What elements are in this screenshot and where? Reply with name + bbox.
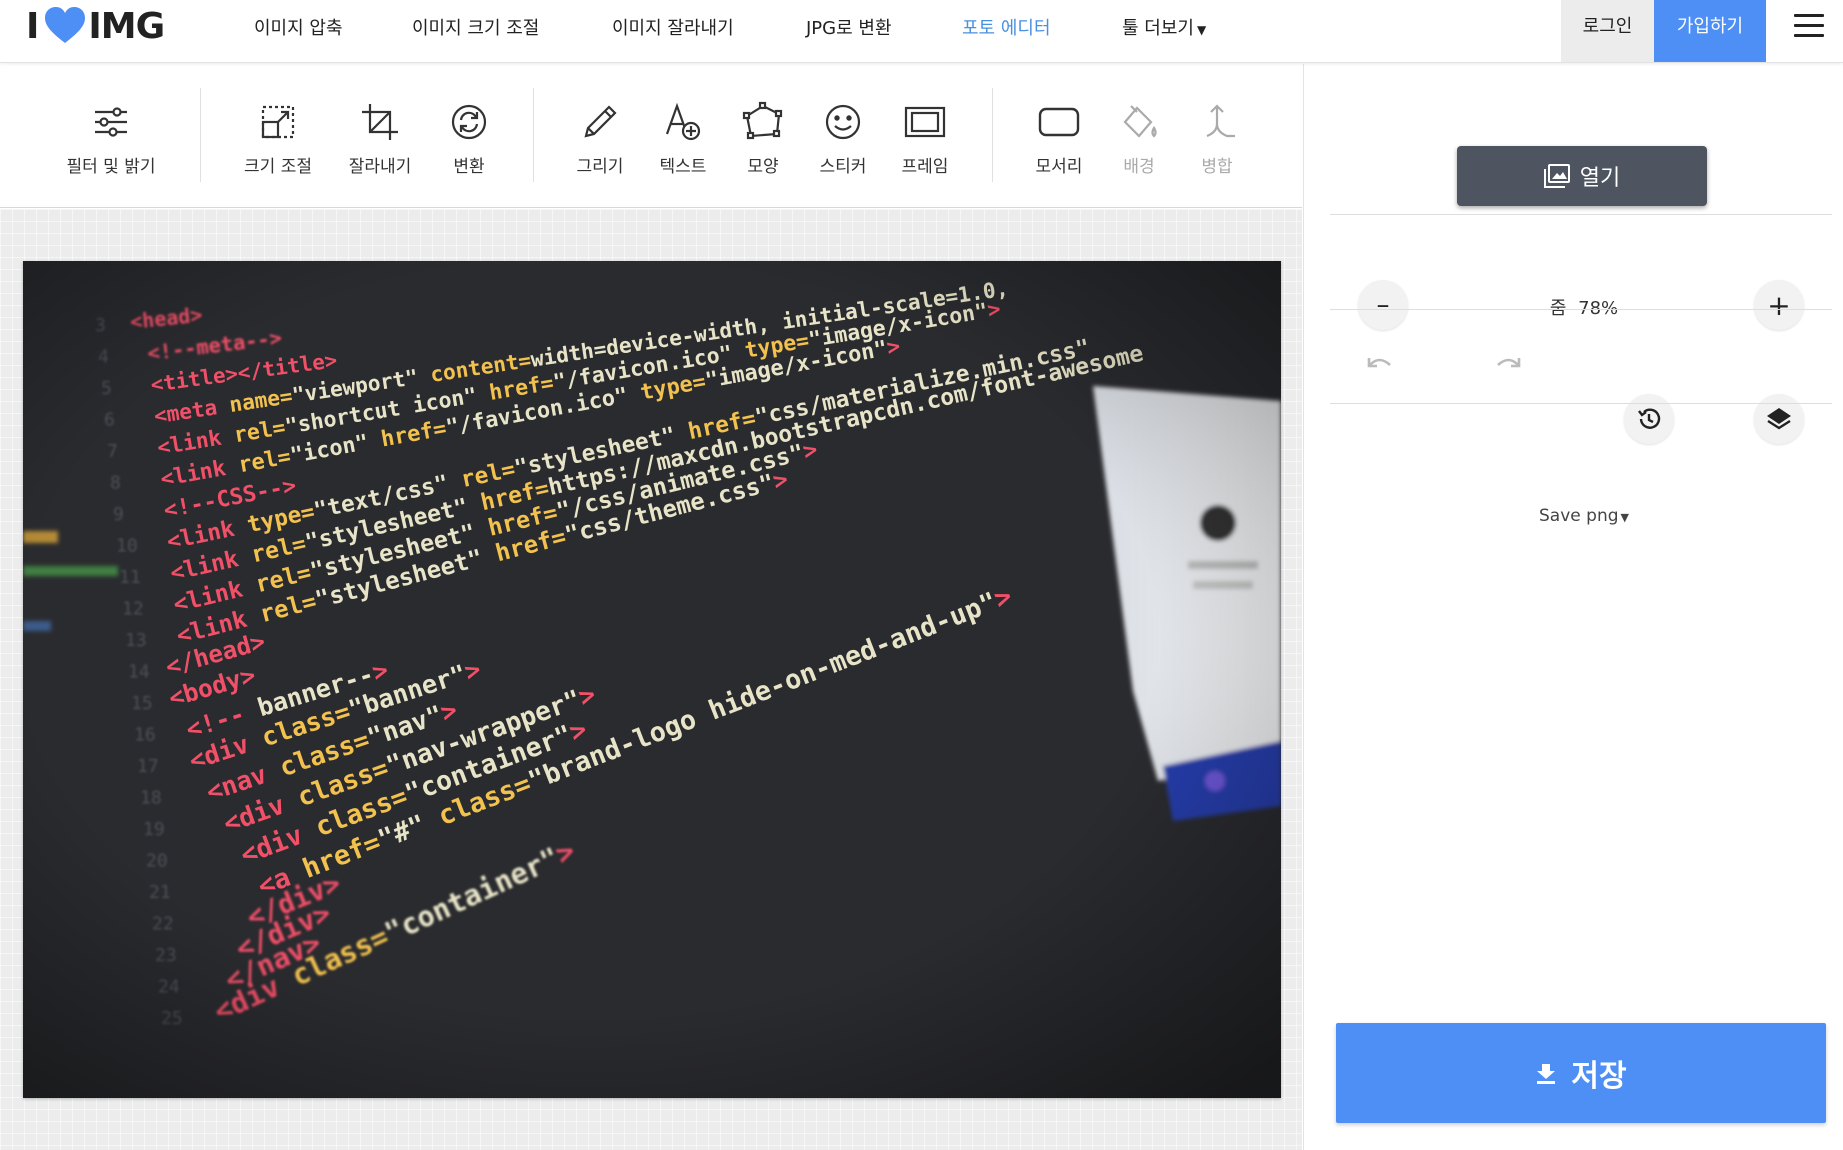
login-button[interactable]: 로그인 — [1561, 0, 1654, 62]
ilovimg-logo[interactable]: I IMG — [26, 5, 165, 47]
redo-icon — [1497, 358, 1521, 368]
sidebar-divider — [1330, 309, 1832, 310]
rounded-corner-icon — [1038, 107, 1080, 137]
editor-sidebar: 열기 – 줌 78% + Save png ▼ 저장 — [1303, 64, 1843, 1150]
crop-icon — [362, 104, 398, 140]
text-add-icon — [665, 102, 701, 141]
logo-text-left: I — [26, 5, 39, 47]
hamburger-line — [1794, 24, 1824, 27]
tool-resize[interactable]: 크기 조절 — [228, 100, 328, 177]
tool-label: 크기 조절 — [244, 157, 312, 177]
caret-down-icon: ▼ — [1620, 511, 1629, 524]
merge-icon — [1206, 104, 1235, 138]
zoom-level: 줌 78% — [1504, 294, 1664, 320]
shape-icon — [742, 101, 783, 140]
tool-label: 잘라내기 — [348, 157, 412, 177]
paint-bucket-icon — [1123, 105, 1157, 138]
minus-icon: – — [1376, 290, 1390, 320]
hamburger-line — [1794, 34, 1824, 37]
edited-photo[interactable]: 345678910111213141516171819202122232425 … — [23, 261, 1281, 1098]
layers-icon — [1767, 408, 1791, 430]
zoom-in-button[interactable]: + — [1754, 280, 1804, 330]
layers-button[interactable] — [1754, 394, 1804, 444]
download-icon — [1537, 1064, 1556, 1084]
editor-toolbar: 필터 및 밝기 크기 조절 잘라내기 변환 그리기 텍스트 모양 스티커 프레임… — [0, 64, 1302, 208]
smiley-icon — [825, 104, 861, 140]
nav-convert-to-jpg[interactable]: JPG로 변환 — [806, 14, 892, 40]
tool-label: 병합 — [1201, 157, 1233, 177]
save-button[interactable]: 저장 — [1336, 1023, 1826, 1123]
toolbar-divider — [200, 88, 201, 182]
redo-button[interactable] — [1484, 338, 1534, 388]
nav-photo-editor[interactable]: 포토 에디터 — [962, 14, 1051, 40]
undo-icon — [1367, 358, 1391, 368]
tool-merge: 병합 — [1167, 100, 1267, 177]
nav-compress-image[interactable]: 이미지 압축 — [254, 14, 343, 40]
toolbar-divider — [533, 88, 534, 182]
undo-button[interactable] — [1354, 338, 1404, 388]
caret-down-icon: ▼ — [1196, 23, 1207, 37]
open-image-button[interactable]: 열기 — [1457, 146, 1707, 206]
filter-sliders-icon — [95, 107, 127, 137]
frame-icon — [904, 106, 946, 138]
zoom-out-button[interactable]: – — [1358, 280, 1408, 330]
nav-resize-image[interactable]: 이미지 크기 조절 — [412, 14, 539, 40]
top-navigation: I IMG 이미지 압축 이미지 크기 조절 이미지 잘라내기 JPG로 변환 … — [0, 0, 1843, 63]
toolbar-divider — [992, 88, 993, 182]
save-format-value: Save png — [1539, 506, 1619, 526]
history-button[interactable] — [1624, 394, 1674, 444]
resize-icon — [261, 105, 295, 139]
editor-canvas[interactable]: 345678910111213141516171819202122232425 … — [0, 209, 1302, 1150]
history-icon — [1638, 408, 1661, 429]
pencil-icon — [584, 105, 617, 138]
transform-icon — [451, 104, 487, 140]
save-button-label: 저장 — [1571, 1059, 1627, 1094]
signup-button[interactable]: 가입하기 — [1654, 0, 1766, 62]
sidebar-divider — [1330, 403, 1832, 404]
save-format-select[interactable]: Save png ▼ — [1504, 506, 1664, 526]
image-gallery-icon — [1543, 164, 1570, 188]
hamburger-line — [1794, 14, 1824, 17]
tool-crop[interactable]: 잘라내기 — [330, 100, 430, 177]
nav-more-tools-label: 툴 더보기 — [1122, 18, 1194, 39]
heart-logo-icon — [45, 7, 86, 43]
nav-more-tools[interactable]: 툴 더보기 ▼ — [1122, 14, 1206, 40]
sidebar-divider — [1330, 214, 1832, 215]
plus-icon: + — [1767, 288, 1791, 322]
code-screenshot-image: 345678910111213141516171819202122232425 … — [23, 261, 1281, 1098]
tool-label: 필터 및 밝기 — [66, 157, 156, 177]
logo-text-right: IMG — [88, 5, 165, 47]
nav-crop-image[interactable]: 이미지 잘라내기 — [612, 14, 734, 40]
open-button-label: 열기 — [1579, 166, 1621, 191]
tool-filter-brightness[interactable]: 필터 및 밝기 — [61, 100, 161, 177]
tool-label: 프레임 — [901, 157, 949, 177]
tool-label: 변환 — [453, 157, 485, 177]
tool-transform[interactable]: 변환 — [419, 100, 519, 177]
hamburger-icon[interactable] — [1794, 14, 1824, 38]
tool-frame[interactable]: 프레임 — [875, 100, 975, 177]
